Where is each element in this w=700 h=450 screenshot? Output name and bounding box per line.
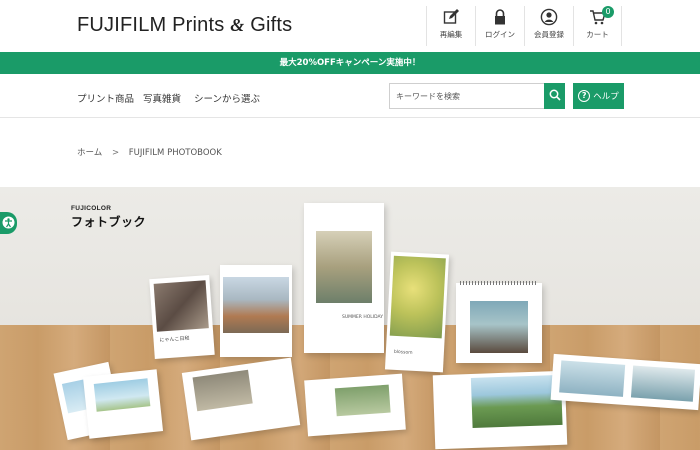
help-label: ヘルプ xyxy=(593,92,619,102)
cart-count-badge: 0 xyxy=(602,6,614,18)
breadcrumb: ホーム > FUJIFILM PHOTOBOOK xyxy=(77,146,222,158)
accessibility-icon xyxy=(2,216,15,229)
edit-icon xyxy=(443,9,459,24)
logo-ampersand: & xyxy=(230,15,245,35)
photobook-blossom-photo xyxy=(389,255,446,339)
user-icon xyxy=(540,8,558,26)
question-icon: ? xyxy=(578,90,591,102)
photobook-summer-photo xyxy=(316,231,372,303)
photobook-cats-photo xyxy=(153,280,209,332)
breadcrumb-current: FUJIFILM PHOTOBOOK xyxy=(128,148,222,158)
hero-brand-small: FUJICOLOR xyxy=(71,205,112,212)
header-nav-login-label: ログイン xyxy=(485,30,515,39)
photobook-landscape-left-photo xyxy=(93,378,151,412)
calendar-photo xyxy=(470,301,528,353)
header-nav-reedit-label: 再編集 xyxy=(439,30,463,39)
site-header: FUJIFILM Prints & Gifts 再編集 ログイン 会員登録 0 … xyxy=(0,0,700,52)
hero-banner[interactable]: FUJICOLOR フォトブック にゃんこ日和 SUMMER HOLIDAY b… xyxy=(0,187,700,450)
photobook-blossom: blossom xyxy=(384,251,450,373)
help-button[interactable]: ? ヘルプ xyxy=(573,83,624,109)
search-button[interactable] xyxy=(544,83,565,109)
photobook-city-photo xyxy=(223,277,289,333)
breadcrumb-home[interactable]: ホーム xyxy=(77,148,102,158)
photobook-green-hills xyxy=(432,370,568,450)
logo-text: FUJIFILM Prints xyxy=(77,14,225,36)
photobook-open-right-photo-2 xyxy=(630,365,696,402)
calendar-spiral xyxy=(460,281,538,285)
photobook-cats-title: にゃんこ日和 xyxy=(159,335,190,344)
photobook-city xyxy=(220,265,292,357)
header-nav-cart[interactable]: 0 カート xyxy=(573,6,622,46)
header-nav-register-label: 会員登録 xyxy=(534,30,564,39)
search-icon xyxy=(549,89,561,101)
category-nav: プリント商品 写真雑貨 シーンから選ぶ ? ヘルプ xyxy=(0,74,700,118)
promo-banner[interactable]: 最大20%OFFキャンペーン実施中！ xyxy=(0,52,700,74)
photobook-stack-center-photo xyxy=(192,369,253,412)
lock-icon xyxy=(495,9,505,25)
nav-item-choose-by-scene[interactable]: シーンから選ぶ xyxy=(194,91,260,105)
photobook-summer-holiday: SUMMER HOLIDAY xyxy=(304,203,384,353)
promo-text: 最大20%OFFキャンペーン実施中！ xyxy=(279,58,421,68)
logo-suffix: Gifts xyxy=(250,14,293,36)
photobook-green-hills-photo xyxy=(470,374,563,428)
photobook-stack-middle xyxy=(304,373,406,437)
hero-brand-logo: FUJICOLOR フォトブック xyxy=(71,205,146,230)
hero-brand-big: フォトブック xyxy=(71,215,147,229)
nav-item-photo-goods[interactable]: 写真雑貨 xyxy=(143,91,181,105)
photobook-cats: にゃんこ日和 xyxy=(149,275,215,359)
photobook-blossom-title: blossom xyxy=(393,349,413,356)
header-nav-login[interactable]: ログイン xyxy=(475,6,524,46)
photobook-summer-title: SUMMER HOLIDAY xyxy=(342,315,383,320)
search-box xyxy=(389,83,565,109)
header-nav-reedit[interactable]: 再編集 xyxy=(426,6,475,46)
breadcrumb-separator: > xyxy=(111,148,120,158)
photobook-landscape-left xyxy=(82,369,164,439)
site-logo[interactable]: FUJIFILM Prints & Gifts xyxy=(77,14,292,37)
accessibility-tab[interactable] xyxy=(0,212,17,234)
photobook-stack-middle-photo xyxy=(334,384,391,417)
photo-calendar xyxy=(456,281,542,363)
header-nav-cart-label: カート xyxy=(586,30,609,39)
photobook-open-right-photo-1 xyxy=(559,360,626,397)
header-nav-register[interactable]: 会員登録 xyxy=(524,6,573,46)
nav-item-print-products[interactable]: プリント商品 xyxy=(77,91,134,105)
search-input[interactable] xyxy=(390,84,540,109)
